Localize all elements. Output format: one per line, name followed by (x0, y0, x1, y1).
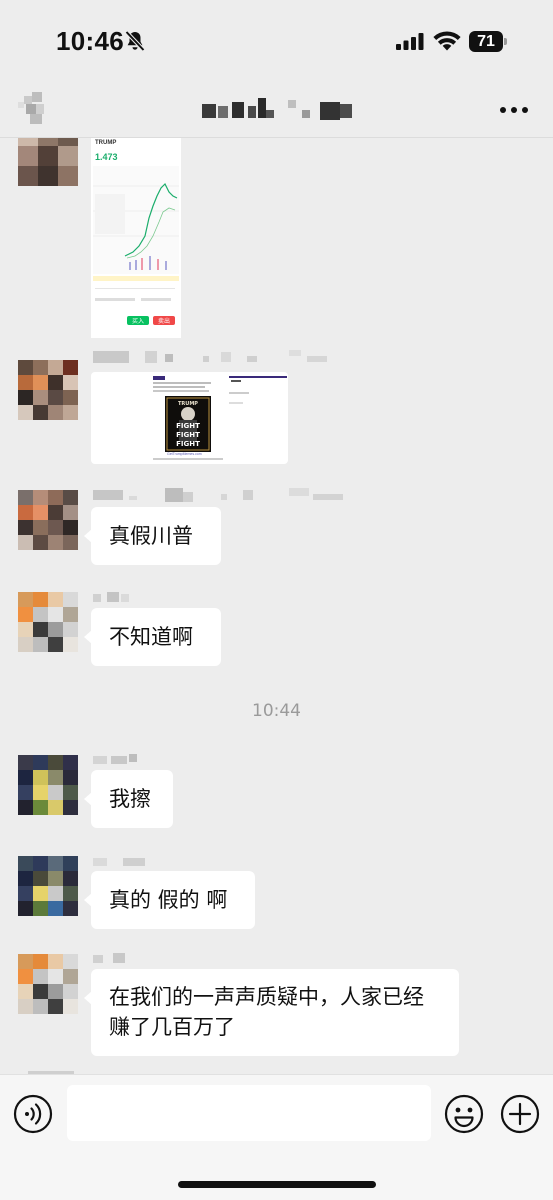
avatar[interactable] (18, 360, 78, 420)
more-icon[interactable] (498, 98, 530, 122)
avatar[interactable] (18, 592, 78, 652)
home-indicator[interactable] (178, 1181, 376, 1188)
sender-name-pixelated (93, 953, 125, 963)
plus-icon[interactable] (500, 1094, 540, 1134)
text-message[interactable]: 我擦 (84, 770, 173, 828)
avatar[interactable] (18, 490, 78, 550)
sender-name-pixelated (93, 754, 137, 764)
avatar[interactable] (18, 755, 78, 815)
svg-text:FIGHT: FIGHT (176, 440, 200, 448)
battery-icon: 71 (469, 31, 507, 52)
message-input[interactable] (67, 1085, 431, 1141)
svg-text:FIGHT: FIGHT (176, 422, 200, 430)
bell-slash-icon (125, 30, 145, 52)
text-message[interactable]: 在我们的一声声质疑中，人家已经赚了几百万了 (84, 969, 459, 1056)
poster-site: GetTrumpMemes.com (167, 452, 202, 456)
avatar[interactable] (18, 856, 78, 916)
back-icon[interactable] (18, 92, 48, 126)
battery-level: 71 (469, 31, 503, 52)
text-message[interactable]: 真的 假的 啊 (84, 871, 255, 929)
avatar[interactable] (18, 954, 78, 1014)
svg-text:TRUMP: TRUMP (178, 401, 198, 407)
wifi-icon (433, 31, 461, 51)
svg-text:FIGHT: FIGHT (176, 431, 200, 439)
cellular-signal-icon (396, 33, 424, 50)
sender-name-pixelated (93, 488, 343, 502)
avatar[interactable] (18, 138, 78, 186)
thumb-chart (93, 166, 179, 274)
emoji-icon[interactable] (444, 1094, 484, 1134)
thumb-buy-label: 买入 (132, 319, 145, 325)
sender-name-pixelated (93, 858, 145, 866)
message-list[interactable]: TRUMP 1.473 买入 卖出 TRUMP FIGHT FIGHT FIGH… (0, 138, 553, 1074)
status-bar: 10:46 71 (0, 0, 553, 82)
status-time: 10:46 (56, 26, 124, 56)
sender-name-pixelated (93, 592, 129, 602)
thumb-sell-label: 卖出 (158, 319, 171, 325)
sender-name-pixelated (93, 350, 327, 363)
text-message[interactable]: 真假川普 (84, 507, 221, 565)
pixelated-chat-title (202, 98, 352, 120)
text-message[interactable]: 不知道啊 (84, 608, 221, 666)
input-bar (0, 1074, 553, 1200)
thumb-price: 1.473 (95, 152, 118, 162)
image-message[interactable]: TRUMP 1.473 买入 卖出 (91, 138, 181, 338)
message-timestamp: 10:44 (252, 701, 301, 721)
trump-fight-poster: TRUMP FIGHT FIGHT FIGHT (165, 396, 211, 452)
image-message[interactable]: TRUMP FIGHT FIGHT FIGHT GetTrumpMemes.co… (91, 372, 288, 464)
voice-icon[interactable] (13, 1094, 53, 1134)
thumb-token: TRUMP (95, 140, 117, 146)
chat-nav-bar (0, 82, 553, 138)
